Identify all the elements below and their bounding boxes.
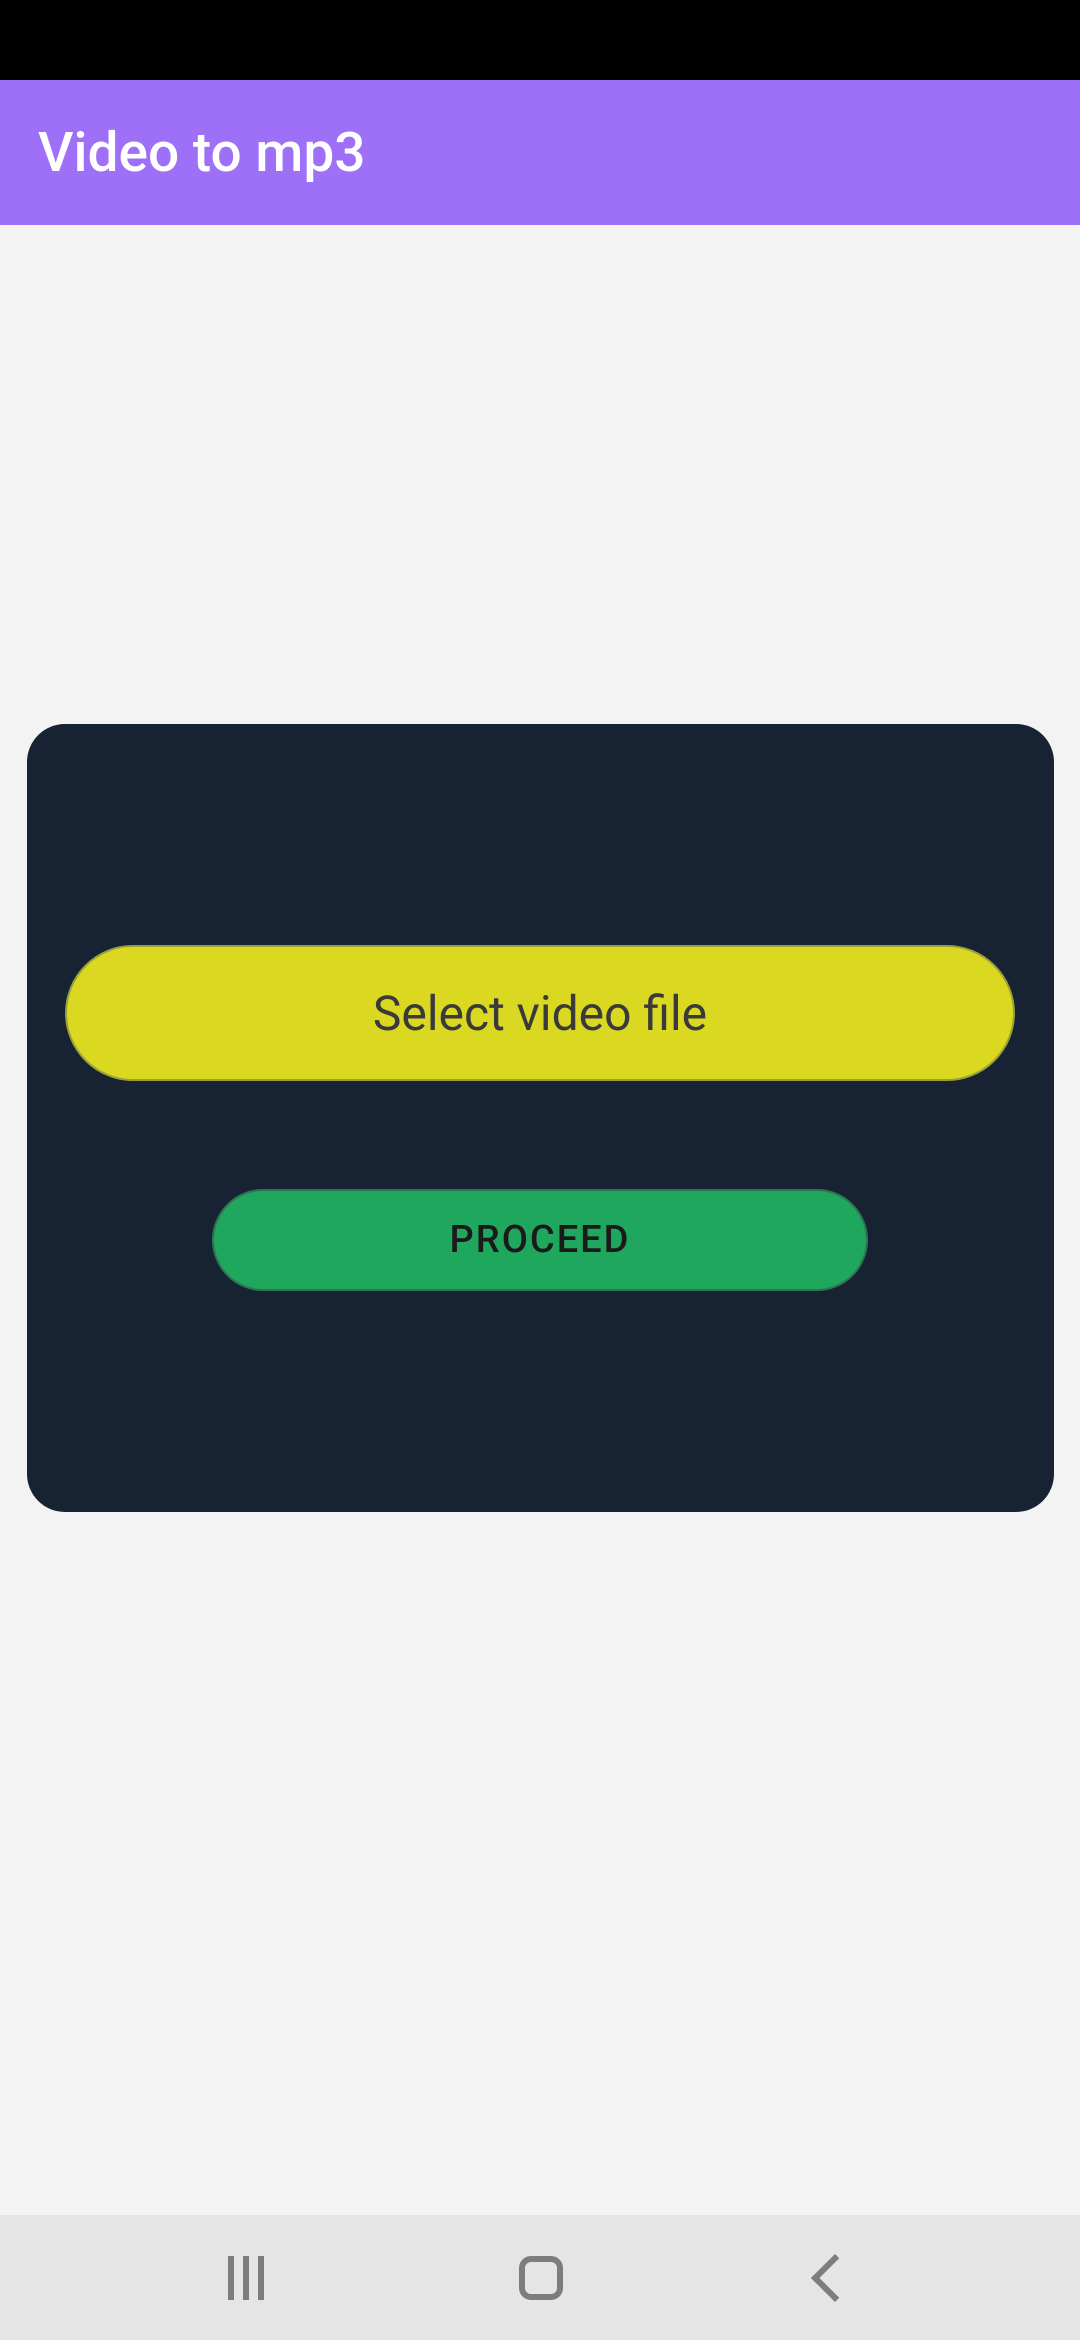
- app-title: Video to mp3: [38, 121, 365, 185]
- navigation-bar: [0, 2215, 1080, 2340]
- app-bar: Video to mp3: [0, 80, 1080, 225]
- select-video-button-label: Select video file: [373, 985, 707, 1042]
- proceed-button-label: PROCEED: [450, 1218, 631, 1262]
- home-icon[interactable]: [519, 2256, 563, 2300]
- select-video-button[interactable]: Select video file: [65, 945, 1015, 1081]
- proceed-button[interactable]: PROCEED: [212, 1189, 868, 1291]
- main-content: Select video file PROCEED: [0, 225, 1080, 2215]
- recents-icon[interactable]: [228, 2256, 264, 2300]
- status-bar: [0, 0, 1080, 80]
- back-icon[interactable]: [811, 2253, 859, 2301]
- card-panel: Select video file PROCEED: [27, 724, 1054, 1512]
